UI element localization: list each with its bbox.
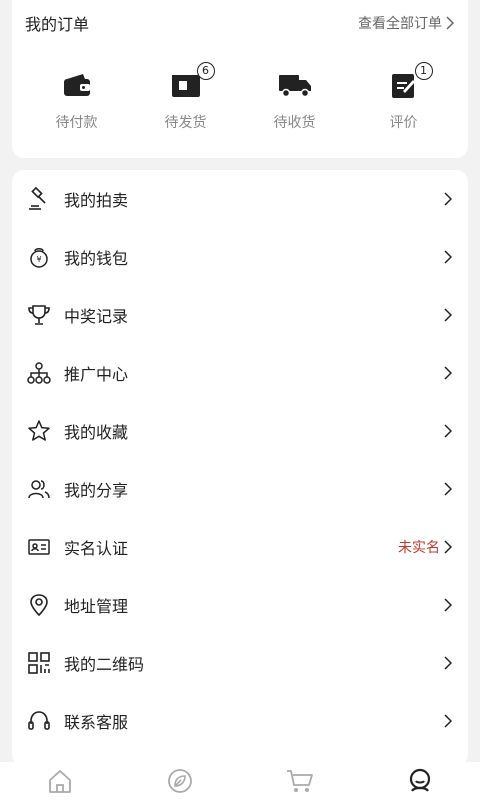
menu-item-address[interactable]: 地址管理 (12, 576, 468, 634)
truck-icon (278, 70, 312, 100)
package-icon: 6 (169, 62, 215, 100)
menu-item-promotion-center-label: 推广中心 (64, 365, 129, 384)
cart-icon (287, 770, 313, 792)
order-pending-receipt[interactable]: 待收货 (247, 70, 343, 140)
menu-item-wallet-label: 我的钱包 (64, 249, 129, 268)
chevron-right-icon (446, 16, 454, 30)
share-users-icon (26, 476, 52, 502)
network-icon (26, 360, 52, 386)
order-pending-payment-label: 待付款 (55, 115, 98, 131)
pending-shipment-badge: 6 (196, 62, 215, 80)
menu-item-favorites[interactable]: 我的收藏 (12, 402, 468, 460)
order-pending-shipment[interactable]: 6 待发货 (138, 62, 234, 140)
order-review-label: 评价 (389, 115, 418, 131)
menu-item-promotion-center[interactable]: 推广中心 (12, 344, 468, 402)
menu-item-customer-service[interactable]: 联系客服 (12, 692, 468, 750)
chevron-right-icon (444, 192, 452, 206)
profile-icon (409, 768, 431, 792)
menu-item-qr-code[interactable]: 我的二维码 (12, 634, 468, 692)
menu-item-shares-label: 我的分享 (64, 481, 129, 500)
id-card-icon (26, 534, 52, 560)
headset-icon (26, 708, 52, 734)
menu-item-favorites-label: 我的收藏 (64, 423, 129, 442)
chevron-right-icon (444, 482, 452, 496)
chevron-right-icon (444, 424, 452, 438)
tab-home[interactable] (30, 762, 90, 800)
menu-item-prize-records[interactable]: 中奖记录 (12, 286, 468, 344)
bottom-tab-bar (0, 762, 480, 800)
order-pending-payment[interactable]: 待付款 (29, 70, 125, 140)
qr-code-icon (26, 650, 52, 676)
order-status-row: 待付款 6 待发货 待收货 1 评价 (12, 62, 468, 140)
chevron-right-icon (444, 656, 452, 670)
view-all-orders-link[interactable]: 查看全部订单 (358, 13, 454, 33)
menu-item-customer-service-label: 联系客服 (64, 713, 129, 732)
menu-item-verification-label: 实名认证 (64, 539, 129, 558)
review-badge: 1 (414, 62, 433, 80)
menu-card: 我的拍卖 ¥ 我的钱包 中奖记录 推广中心 我的收藏 我的分享 实名认证 未实名… (12, 170, 468, 766)
money-bag-icon: ¥ (26, 244, 52, 270)
orders-title: 我的订单 (25, 15, 90, 34)
tab-profile[interactable] (390, 762, 450, 800)
location-pin-icon (26, 592, 52, 618)
menu-item-prize-records-label: 中奖记录 (64, 307, 129, 326)
order-review[interactable]: 1 评价 (356, 62, 452, 140)
chevron-right-icon (444, 714, 452, 728)
verification-status: 未实名 (398, 540, 440, 556)
order-pending-shipment-label: 待发货 (164, 115, 207, 131)
star-icon (26, 418, 52, 444)
chevron-right-icon (444, 540, 452, 554)
chevron-right-icon (444, 366, 452, 380)
trophy-icon (26, 302, 52, 328)
menu-item-qr-code-label: 我的二维码 (64, 655, 145, 674)
home-icon (49, 770, 71, 793)
order-pending-receipt-label: 待收货 (273, 115, 316, 131)
tab-discover[interactable] (150, 762, 210, 800)
leaf-icon (168, 769, 192, 793)
chevron-right-icon (444, 598, 452, 612)
view-all-orders-label: 查看全部订单 (358, 16, 442, 32)
menu-item-address-label: 地址管理 (64, 597, 129, 616)
menu-item-auctions[interactable]: 我的拍卖 (12, 170, 468, 228)
svg-text:¥: ¥ (36, 255, 41, 264)
chevron-right-icon (444, 250, 452, 264)
tab-cart[interactable] (270, 762, 330, 800)
wallet-icon (60, 70, 94, 100)
gavel-icon (26, 186, 52, 212)
menu-item-wallet[interactable]: ¥ 我的钱包 (12, 228, 468, 286)
menu-item-shares[interactable]: 我的分享 (12, 460, 468, 518)
orders-card: 我的订单 查看全部订单 待付款 6 待发货 待收货 1 评价 (12, 0, 468, 158)
chevron-right-icon (444, 308, 452, 322)
orders-header: 我的订单 查看全部订单 (12, 0, 468, 46)
menu-item-auctions-label: 我的拍卖 (64, 191, 129, 210)
review-icon: 1 (387, 62, 433, 100)
menu-item-verification[interactable]: 实名认证 未实名 (12, 518, 468, 576)
